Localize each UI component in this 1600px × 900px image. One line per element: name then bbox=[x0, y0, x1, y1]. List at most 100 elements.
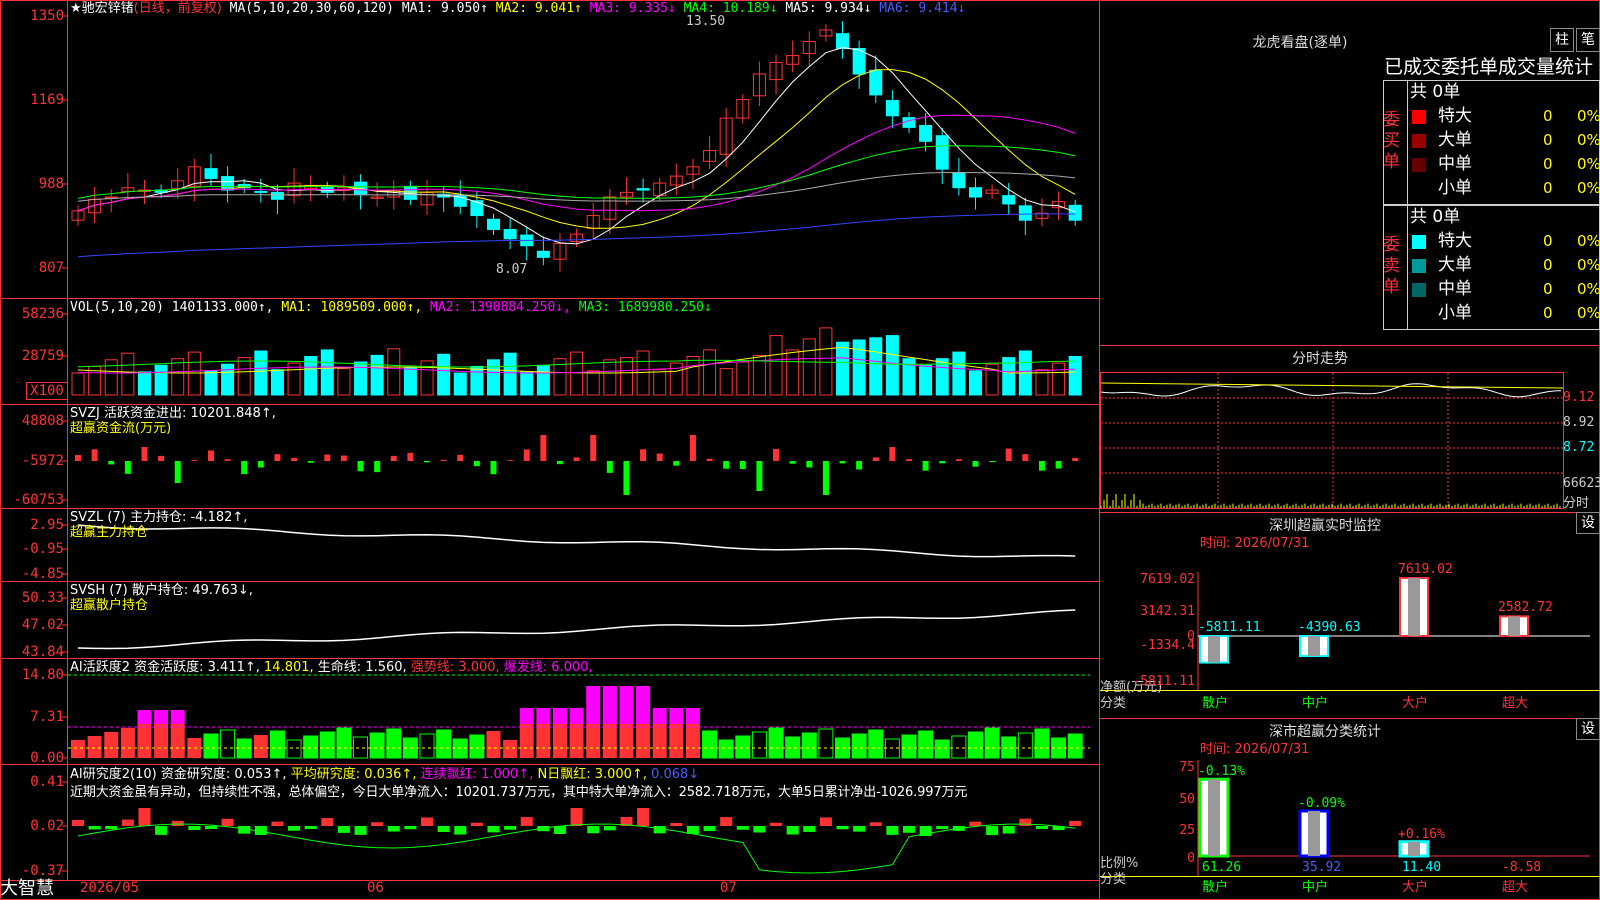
flow-bar bbox=[158, 455, 165, 461]
flow-bar bbox=[573, 457, 580, 461]
monitor-bar-shade bbox=[1408, 578, 1420, 636]
flow-bar bbox=[556, 461, 563, 465]
stock-name[interactable]: ★驰宏锌锗 bbox=[70, 1, 134, 16]
activity-bar bbox=[104, 732, 119, 758]
activity-bar bbox=[735, 735, 751, 759]
candle-body bbox=[470, 200, 484, 217]
research-value-2: 连续飘红: 1.000↑, bbox=[420, 767, 538, 782]
research-bar bbox=[986, 826, 999, 835]
classify-value-label: 11.40 bbox=[1402, 860, 1442, 875]
flow-bar bbox=[424, 461, 431, 463]
monitor-settings-button[interactable]: 设 bbox=[1576, 512, 1600, 534]
flow-bar bbox=[955, 459, 962, 461]
activity-bar bbox=[436, 729, 452, 759]
volume-bar bbox=[71, 372, 85, 396]
activity-bar bbox=[336, 727, 352, 759]
activity-bar-top bbox=[685, 708, 700, 724]
flow-bar bbox=[689, 435, 696, 461]
activity-bar bbox=[951, 735, 967, 759]
activity-bar-top bbox=[536, 708, 551, 724]
research-value-0: AI研究度2(10) 资金研究度: 0.053↑, bbox=[70, 767, 291, 782]
flow-bar bbox=[374, 461, 381, 473]
intraday-frame bbox=[1100, 372, 1564, 509]
research-comment: 近期大资金虽有异动，但持续性不强，总体偏空，今日大单净流入：10201.737万… bbox=[70, 785, 968, 800]
volume-bar bbox=[885, 335, 899, 396]
volume-bar bbox=[387, 348, 401, 396]
candle-body bbox=[968, 187, 982, 198]
period-tag[interactable]: (日线，前复权) bbox=[134, 1, 222, 16]
research-bar bbox=[155, 826, 168, 835]
column-view-button[interactable]: 柱 bbox=[1550, 28, 1574, 52]
research-bar bbox=[720, 817, 733, 826]
research-bar bbox=[570, 808, 583, 826]
activity-bar bbox=[253, 735, 268, 758]
activity-bar bbox=[552, 724, 567, 758]
research-bar bbox=[1069, 820, 1082, 826]
classify-y-tick: 75 bbox=[1179, 760, 1195, 775]
flow-bar bbox=[257, 461, 264, 468]
research-bars bbox=[72, 808, 1082, 836]
flow-bar bbox=[640, 449, 647, 461]
research-bar bbox=[869, 822, 882, 826]
activity-value-2: 生命线: 1.560, bbox=[317, 660, 411, 675]
flow-bar bbox=[806, 461, 813, 468]
activity-bar bbox=[170, 724, 185, 758]
activity-bar-top bbox=[569, 708, 584, 724]
activity-bar bbox=[220, 729, 236, 759]
intraday-price-tick: 8.72 bbox=[1563, 440, 1595, 455]
research-bar bbox=[770, 822, 783, 826]
volume-bar bbox=[1052, 362, 1066, 396]
flow-bar bbox=[108, 461, 115, 465]
monitor-value-label: 2582.72 bbox=[1498, 600, 1553, 616]
activity-bar bbox=[1067, 733, 1083, 759]
research-bar bbox=[853, 826, 866, 832]
order-color-swatch bbox=[1412, 235, 1426, 249]
price-tick: 988 bbox=[38, 176, 64, 192]
classify-settings-button[interactable]: 设 bbox=[1576, 718, 1600, 740]
activity-bar-top bbox=[652, 708, 667, 724]
flow-bar bbox=[141, 447, 148, 461]
brand-logo[interactable]: 大智慧 bbox=[0, 879, 54, 899]
classify-y-tick: 0 bbox=[1187, 851, 1195, 866]
flow-bar bbox=[922, 461, 929, 471]
research-header: AI研究度2(10) 资金研究度: 0.053↑, 平均研究度: 0.036↑,… bbox=[70, 767, 699, 782]
candle-body bbox=[254, 190, 268, 193]
classify-category: 超大 bbox=[1502, 880, 1529, 895]
candle-body bbox=[935, 135, 949, 170]
activity-bar bbox=[87, 736, 102, 758]
order-count: 0 bbox=[1543, 155, 1553, 173]
research-bar bbox=[1002, 826, 1015, 834]
research-bar bbox=[72, 820, 84, 826]
monitor-bar-shade bbox=[1508, 616, 1520, 636]
flow-bar bbox=[274, 454, 281, 461]
flow-bar bbox=[91, 449, 98, 461]
candle-body bbox=[1068, 204, 1082, 221]
candle-body bbox=[885, 99, 899, 117]
research-bar bbox=[803, 826, 816, 832]
classify-title: 深市超赢分类统计 bbox=[1269, 724, 1381, 740]
volume-bar bbox=[1068, 356, 1082, 396]
volume-bar bbox=[121, 352, 135, 396]
volume-unit-badge[interactable]: X100 bbox=[26, 382, 68, 400]
candle-body bbox=[1002, 195, 1016, 205]
flow-bar bbox=[872, 457, 879, 461]
date-tick: 07 bbox=[720, 880, 737, 896]
flow-bar bbox=[939, 461, 946, 464]
activity-bar bbox=[369, 732, 385, 759]
order-percent: 0% bbox=[1577, 256, 1600, 274]
chart-canvas[interactable] bbox=[0, 0, 1600, 900]
buy-orders-label: 委买单 bbox=[1383, 110, 1400, 172]
flow-bar bbox=[1022, 454, 1029, 461]
svzj-header: SVZJ 活跃资金进出: 10201.848↑, bbox=[70, 406, 276, 421]
pen-view-button[interactable]: 笔 bbox=[1576, 28, 1600, 52]
date-tick: 2026/05 bbox=[80, 880, 140, 896]
monitor-category: 大户 bbox=[1402, 696, 1429, 711]
activity-bar-top bbox=[586, 686, 601, 724]
volume-bar bbox=[237, 357, 251, 396]
classify-value-label: -8.58 bbox=[1502, 860, 1542, 875]
activity-bar-top bbox=[669, 708, 684, 724]
volume-bar bbox=[137, 371, 151, 396]
volume-bar bbox=[686, 356, 700, 396]
volume-bar bbox=[619, 357, 633, 396]
activity-bar-top bbox=[602, 686, 617, 724]
